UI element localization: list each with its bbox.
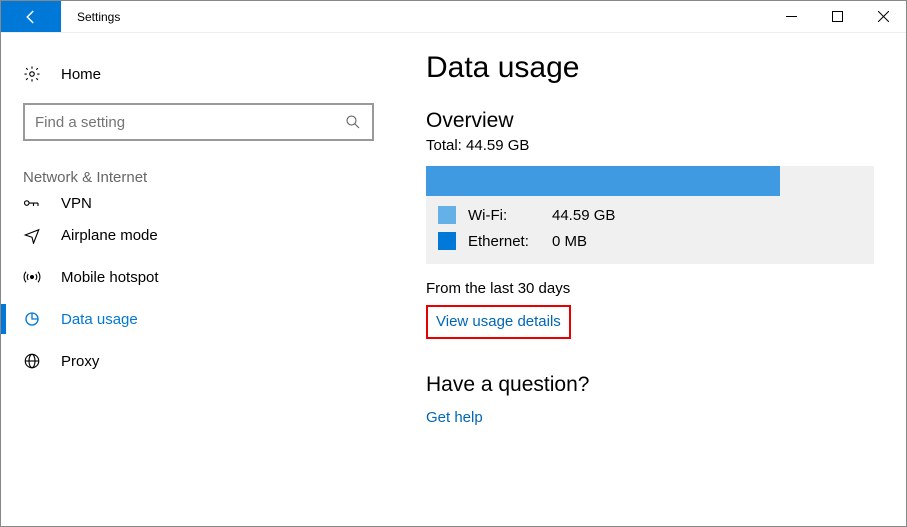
home-nav[interactable]: Home xyxy=(1,53,396,95)
sidebar: Home Network & Internet VPN Ai xyxy=(1,33,396,526)
proxy-icon xyxy=(23,352,41,370)
overview-title: Overview xyxy=(426,109,876,133)
window-title: Settings xyxy=(61,1,136,32)
legend-swatch xyxy=(438,206,456,224)
sidebar-item-label: Airplane mode xyxy=(61,227,158,244)
usage-bar-fill xyxy=(426,166,780,196)
close-icon xyxy=(878,11,889,22)
legend-row-ethernet: Ethernet: 0 MB xyxy=(438,232,874,250)
legend: Wi-Fi: 44.59 GB Ethernet: 0 MB xyxy=(426,196,874,264)
maximize-button[interactable] xyxy=(814,1,860,32)
close-button[interactable] xyxy=(860,1,906,32)
period-label: From the last 30 days xyxy=(426,280,876,297)
page-title: Data usage xyxy=(426,51,876,85)
airplane-icon xyxy=(23,226,41,244)
legend-row-wifi: Wi-Fi: 44.59 GB xyxy=(438,206,874,224)
hotspot-icon xyxy=(23,268,41,286)
sidebar-item-vpn[interactable]: VPN xyxy=(1,194,396,214)
sidebar-item-mobile-hotspot[interactable]: Mobile hotspot xyxy=(1,256,396,298)
total-line: Total: 44.59 GB xyxy=(426,137,876,154)
legend-label: Wi-Fi: xyxy=(468,207,540,224)
sidebar-item-label: Mobile hotspot xyxy=(61,269,159,286)
legend-swatch xyxy=(438,232,456,250)
home-label: Home xyxy=(61,66,101,83)
legend-value: 0 MB xyxy=(552,233,587,250)
maximize-icon xyxy=(832,11,843,22)
question-title: Have a question? xyxy=(426,373,876,397)
vpn-icon xyxy=(23,194,41,212)
highlight-box: View usage details xyxy=(426,305,571,339)
legend-value: 44.59 GB xyxy=(552,207,615,224)
sidebar-item-airplane-mode[interactable]: Airplane mode xyxy=(1,214,396,256)
titlebar: Settings xyxy=(1,1,906,33)
get-help-link[interactable]: Get help xyxy=(426,409,483,426)
minimize-button[interactable] xyxy=(768,1,814,32)
gear-icon xyxy=(23,65,41,83)
main-pane: Data usage Overview Total: 44.59 GB Wi-F… xyxy=(396,33,906,526)
search-box[interactable] xyxy=(23,103,374,141)
search-wrap xyxy=(1,95,396,161)
legend-label: Ethernet: xyxy=(468,233,540,250)
sidebar-item-label: VPN xyxy=(61,195,92,212)
section-label: Network & Internet xyxy=(1,161,396,194)
sidebar-item-label: Data usage xyxy=(61,311,138,328)
data-usage-icon xyxy=(23,310,41,328)
sidebar-item-proxy[interactable]: Proxy xyxy=(1,340,396,382)
back-button[interactable] xyxy=(1,1,61,32)
sidebar-item-data-usage[interactable]: Data usage xyxy=(1,298,396,340)
usage-bar-track xyxy=(426,166,874,196)
arrow-left-icon xyxy=(22,8,40,26)
search-input[interactable] xyxy=(35,114,344,131)
view-usage-details-link[interactable]: View usage details xyxy=(436,313,561,330)
usage-bar-wrap: Wi-Fi: 44.59 GB Ethernet: 0 MB xyxy=(426,166,874,264)
minimize-icon xyxy=(786,11,797,22)
content: Home Network & Internet VPN Ai xyxy=(1,33,906,526)
search-icon xyxy=(344,113,362,131)
sidebar-item-label: Proxy xyxy=(61,353,99,370)
